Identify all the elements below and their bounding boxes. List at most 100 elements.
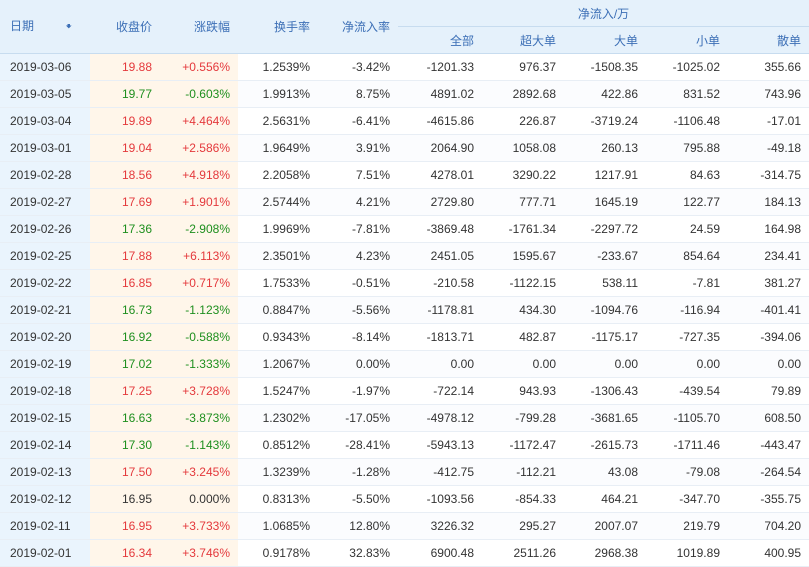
netflow-all-cell: 2064.90 xyxy=(398,134,482,162)
close-cell: 19.77 xyxy=(90,80,160,108)
netflow-super-large-cell: 434.30 xyxy=(482,296,564,324)
table-row[interactable]: 2019-02-21 16.73 -1.123% 0.8847% -5.56% -1178… xyxy=(0,296,809,324)
table-row[interactable]: 2019-02-19 17.02 -1.333% 1.2067% 0.00% 0.00 0.… xyxy=(0,350,809,378)
netflow-retail-cell: 0.00 xyxy=(728,350,809,378)
date-cell: 2019-02-11 xyxy=(0,512,90,540)
netflow-all-cell: 6900.48 xyxy=(398,539,482,567)
netflow-all-cell: 2451.05 xyxy=(398,242,482,270)
table-row[interactable]: 2019-02-12 16.95 0.000% 0.8313% -5.50% -1093.… xyxy=(0,485,809,513)
netflow-all-cell: -1813.71 xyxy=(398,323,482,351)
column-header-small[interactable]: 小单 xyxy=(646,26,728,54)
close-cell: 18.56 xyxy=(90,161,160,189)
change-cell: -2.908% xyxy=(160,215,238,243)
turnover-cell: 0.8847% xyxy=(238,296,318,324)
table-row[interactable]: 2019-02-20 16.92 -0.588% 0.9343% -8.14% -1813… xyxy=(0,323,809,351)
netflow-large-cell: -233.67 xyxy=(564,242,646,270)
netflow-retail-cell: 743.96 xyxy=(728,80,809,108)
date-header-label: 日期 xyxy=(10,18,35,33)
netflow-retail-cell: 234.41 xyxy=(728,242,809,270)
netflow-small-cell: 854.64 xyxy=(646,242,728,270)
netflow-rate-cell: -0.51% xyxy=(318,269,398,297)
netflow-all-cell: -722.14 xyxy=(398,377,482,405)
table-row[interactable]: 2019-02-22 16.85 +0.717% 1.7533% -0.51% -210.… xyxy=(0,269,809,297)
change-cell: +4.918% xyxy=(160,161,238,189)
netflow-retail-cell: -49.18 xyxy=(728,134,809,162)
sort-down-arrow-icon[interactable]: 🠻 xyxy=(65,18,72,37)
column-header-close[interactable]: 收盘价 xyxy=(90,0,160,54)
close-cell: 16.63 xyxy=(90,404,160,432)
close-cell: 19.88 xyxy=(90,53,160,81)
netflow-super-large-cell: 943.93 xyxy=(482,377,564,405)
change-cell: -1.123% xyxy=(160,296,238,324)
netflow-small-cell: 84.63 xyxy=(646,161,728,189)
table-row[interactable]: 2019-02-28 18.56 +4.918% 2.2058% 7.51% 4278.0… xyxy=(0,161,809,189)
netflow-small-cell: -1106.48 xyxy=(646,107,728,135)
netflow-rate-cell: -5.56% xyxy=(318,296,398,324)
column-header-all[interactable]: 全部 xyxy=(398,26,482,54)
column-header-super-large[interactable]: 超大单 xyxy=(482,26,564,54)
netflow-large-cell: 43.08 xyxy=(564,458,646,486)
netflow-all-cell: 2729.80 xyxy=(398,188,482,216)
netflow-all-cell: -4615.86 xyxy=(398,107,482,135)
turnover-cell: 1.2539% xyxy=(238,53,318,81)
column-header-date[interactable]: 日期 🠻 xyxy=(0,0,90,54)
table-row[interactable]: 2019-02-14 17.30 -1.143% 0.8512% -28.41% -594… xyxy=(0,431,809,459)
netflow-all-cell: -1201.33 xyxy=(398,53,482,81)
netflow-small-cell: -116.94 xyxy=(646,296,728,324)
netflow-small-cell: -347.70 xyxy=(646,485,728,513)
netflow-all-cell: -5943.13 xyxy=(398,431,482,459)
netflow-rate-cell: 4.21% xyxy=(318,188,398,216)
table-row[interactable]: 2019-02-15 16.63 -3.873% 1.2302% -17.05% -497… xyxy=(0,404,809,432)
column-header-retail[interactable]: 散单 xyxy=(728,26,809,54)
table-row[interactable]: 2019-03-06 19.88 +0.556% 1.2539% -3.42% -1201… xyxy=(0,53,809,81)
close-cell: 17.30 xyxy=(90,431,160,459)
netflow-large-cell: 1217.91 xyxy=(564,161,646,189)
money-flow-table: 日期 🠻 收盘价 涨跌幅 换手率 净流入率 净流入/万 全部 超大单 大单 小单… xyxy=(0,0,809,567)
netflow-large-cell: 422.86 xyxy=(564,80,646,108)
netflow-retail-cell: 79.89 xyxy=(728,377,809,405)
turnover-cell: 1.0685% xyxy=(238,512,318,540)
table-row[interactable]: 2019-02-27 17.69 +1.901% 2.5744% 4.21% 2729.8… xyxy=(0,188,809,216)
netflow-super-large-cell: -799.28 xyxy=(482,404,564,432)
turnover-cell: 1.9969% xyxy=(238,215,318,243)
close-cell: 16.85 xyxy=(90,269,160,297)
netflow-rate-cell: -5.50% xyxy=(318,485,398,513)
date-cell: 2019-02-15 xyxy=(0,404,90,432)
netflow-super-large-cell: 976.37 xyxy=(482,53,564,81)
table-row[interactable]: 2019-02-11 16.95 +3.733% 1.0685% 12.80% 3226.… xyxy=(0,512,809,540)
table-row[interactable]: 2019-03-01 19.04 +2.586% 1.9649% 3.91% 2064.9… xyxy=(0,134,809,162)
change-cell: -3.873% xyxy=(160,404,238,432)
date-cell: 2019-02-21 xyxy=(0,296,90,324)
table-row[interactable]: 2019-02-25 17.88 +6.113% 2.3501% 4.23% 2451.0… xyxy=(0,242,809,270)
netflow-retail-cell: 608.50 xyxy=(728,404,809,432)
table-row[interactable]: 2019-02-01 16.34 +3.746% 0.9178% 32.83% 6900.… xyxy=(0,539,809,567)
close-cell: 17.69 xyxy=(90,188,160,216)
column-header-large[interactable]: 大单 xyxy=(564,26,646,54)
netflow-small-cell: 122.77 xyxy=(646,188,728,216)
table-row[interactable]: 2019-03-05 19.77 -0.603% 1.9913% 8.75% 4891.0… xyxy=(0,80,809,108)
table-row[interactable]: 2019-02-26 17.36 -2.908% 1.9969% -7.81% -3869… xyxy=(0,215,809,243)
netflow-large-cell: -2615.73 xyxy=(564,431,646,459)
table-row[interactable]: 2019-02-13 17.50 +3.245% 1.3239% -1.28% -412.… xyxy=(0,458,809,486)
date-cell: 2019-02-25 xyxy=(0,242,90,270)
netflow-super-large-cell: 2511.26 xyxy=(482,539,564,567)
turnover-cell: 1.5247% xyxy=(238,377,318,405)
close-cell: 17.50 xyxy=(90,458,160,486)
money-flow-table-panel: 日期 🠻 收盘价 涨跌幅 换手率 净流入率 净流入/万 全部 超大单 大单 小单… xyxy=(0,0,809,567)
netflow-small-cell: -7.81 xyxy=(646,269,728,297)
netflow-small-cell: -1025.02 xyxy=(646,53,728,81)
table-row[interactable]: 2019-02-18 17.25 +3.728% 1.5247% -1.97% -722.… xyxy=(0,377,809,405)
date-cell: 2019-02-28 xyxy=(0,161,90,189)
turnover-cell: 1.2302% xyxy=(238,404,318,432)
netflow-large-cell: -2297.72 xyxy=(564,215,646,243)
netflow-retail-cell: -264.54 xyxy=(728,458,809,486)
netflow-rate-cell: -8.14% xyxy=(318,323,398,351)
change-cell: +2.586% xyxy=(160,134,238,162)
netflow-small-cell: 831.52 xyxy=(646,80,728,108)
date-cell: 2019-02-26 xyxy=(0,215,90,243)
column-header-turnover[interactable]: 换手率 xyxy=(238,0,318,54)
netflow-large-cell: -1094.76 xyxy=(564,296,646,324)
column-header-change[interactable]: 涨跌幅 xyxy=(160,0,238,54)
column-header-netflow-rate[interactable]: 净流入率 xyxy=(318,0,398,54)
table-row[interactable]: 2019-03-04 19.89 +4.464% 2.5631% -6.41% -4615… xyxy=(0,107,809,135)
